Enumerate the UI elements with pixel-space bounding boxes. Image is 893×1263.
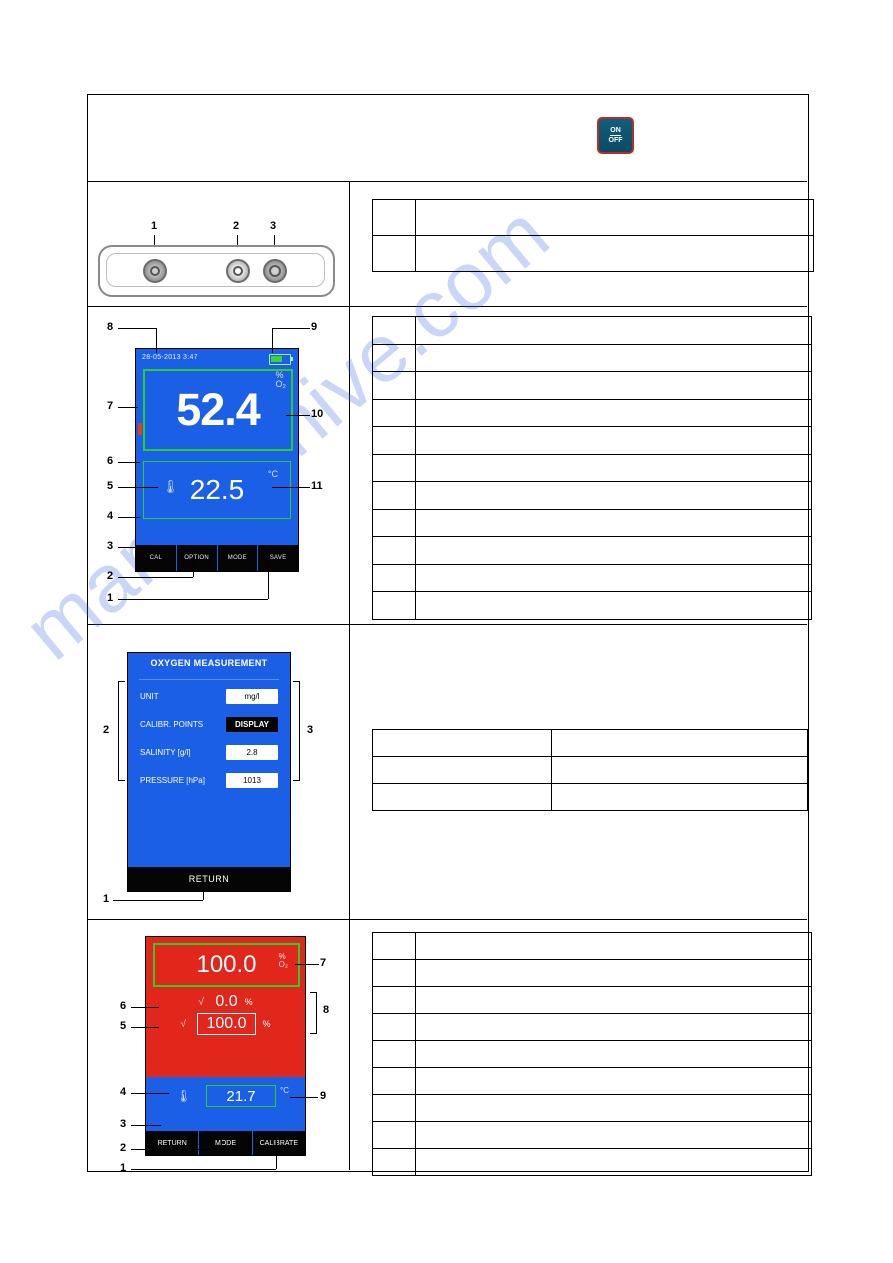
callout-3: 3	[107, 540, 113, 552]
callout-1: 1	[151, 220, 157, 232]
calibration-screen-figure: 100.0 %O₂ √0.0% √100.0% 🌡 21.7 °C RETURN…	[145, 936, 306, 1156]
callout-9: 9	[320, 1090, 326, 1102]
callout-7: 7	[320, 957, 326, 969]
callout-4: 4	[120, 1086, 126, 1098]
callout-10: 10	[311, 408, 323, 420]
save-button[interactable]: SAVE	[258, 545, 298, 571]
on-label: ON	[610, 127, 621, 136]
callout-2: 2	[103, 724, 109, 736]
callout-5: 5	[120, 1020, 126, 1032]
options-table	[372, 729, 808, 811]
cal-button[interactable]: CAL	[136, 545, 177, 571]
callout-7: 7	[107, 400, 113, 412]
on-off-button[interactable]: ON OFF	[597, 117, 634, 154]
options-screen-figure: OXYGEN MEASUREMENT UNITmg/l CALIBR. POIN…	[127, 652, 291, 892]
salinity-value[interactable]: 2.8	[226, 745, 278, 760]
callout-2: 2	[233, 220, 239, 232]
callout-6: 6	[107, 455, 113, 467]
panel-inner	[106, 253, 325, 287]
callout-1: 1	[103, 893, 109, 905]
callout-4: 4	[107, 510, 113, 522]
unit-value[interactable]: mg/l	[226, 689, 278, 704]
divider	[87, 306, 807, 307]
mode-button[interactable]: MODE	[218, 545, 259, 571]
pressure-value[interactable]: 1013	[226, 773, 278, 788]
button-bar: CAL OPTION MODE SAVE	[136, 545, 298, 571]
callout-1: 1	[120, 1162, 126, 1174]
thermometer-icon: 🌡	[162, 479, 179, 495]
connectors-table	[372, 199, 814, 272]
option-row: UNITmg/l	[140, 685, 278, 707]
temp-unit: °C	[268, 469, 278, 479]
callout-6: 6	[120, 1000, 126, 1012]
cal-points: √0.0% √100.0%	[146, 991, 305, 1037]
cal-reading-panel: 100.0 %O₂	[153, 943, 300, 987]
title-underline	[139, 679, 279, 680]
cal-unit: %O₂	[279, 953, 288, 969]
connector-panel-figure: 1 2 3	[98, 223, 333, 298]
divider	[349, 181, 350, 1170]
mainscreen-table	[372, 316, 812, 620]
check-icon: √	[198, 997, 210, 1008]
cal-temp-value: 21.7	[206, 1085, 276, 1107]
options-title: OXYGEN MEASUREMENT	[128, 658, 290, 668]
return-button[interactable]: RETURN	[146, 1131, 199, 1155]
divider	[87, 624, 807, 625]
main-screen-figure: 28-05-2013 3:47 52.4 %O₂ 22.5 🌡 °C CAL O…	[135, 348, 299, 572]
return-button[interactable]: RETURN	[128, 867, 290, 891]
callout-9: 9	[311, 321, 317, 333]
bracket-right	[310, 992, 317, 1034]
option-row: SALINITY [g/l]2.8	[140, 741, 278, 763]
callout-11: 11	[311, 480, 323, 492]
check-icon: √	[180, 1019, 192, 1030]
callout-2: 2	[120, 1142, 126, 1154]
oxygen-unit: %O₂	[276, 371, 287, 389]
mode-button[interactable]: MODE	[199, 1131, 252, 1155]
callout-3: 3	[307, 724, 313, 736]
oxygen-panel: 52.4	[143, 369, 293, 451]
connector-3-icon	[263, 259, 287, 283]
callout-8: 8	[107, 321, 113, 333]
bracket-left	[118, 681, 125, 781]
callout-3: 3	[270, 220, 276, 232]
display-button[interactable]: DISPLAY	[226, 717, 278, 732]
button-bar: RETURN MODE CALIBRATE	[146, 1131, 305, 1155]
callout-3: 3	[120, 1118, 126, 1130]
cal-temp-unit: °C	[280, 1086, 289, 1095]
datetime-label: 28-05-2013 3:47	[142, 354, 198, 361]
connector-1-icon	[143, 259, 167, 283]
callout-2: 2	[107, 570, 113, 582]
red-marker-icon	[138, 423, 142, 435]
thermometer-icon: 🌡	[176, 1089, 191, 1103]
callout-8: 8	[323, 1004, 329, 1016]
cal-point-selected: 100.0	[197, 1013, 255, 1035]
battery-icon	[269, 354, 291, 365]
callout-1: 1	[107, 592, 113, 604]
cal-value: 100.0	[196, 951, 256, 979]
calibrate-button[interactable]: CALIBRATE	[253, 1131, 305, 1155]
leader-line	[274, 235, 275, 245]
bracket-right	[293, 681, 300, 781]
option-row: PRESSURE [hPa]1013	[140, 769, 278, 791]
leader-line	[154, 235, 155, 245]
calibration-table	[372, 932, 812, 1176]
leader-line	[237, 235, 238, 245]
divider	[87, 181, 807, 182]
temp-value: 22.5	[190, 474, 245, 506]
connector-2-icon	[226, 259, 250, 283]
callout-5: 5	[107, 480, 113, 492]
off-label: OFF	[609, 137, 623, 144]
option-row: CALIBR. POINTSDISPLAY	[140, 713, 278, 735]
oxygen-value: 52.4	[176, 384, 260, 436]
divider	[87, 919, 807, 920]
option-button[interactable]: OPTION	[177, 545, 218, 571]
